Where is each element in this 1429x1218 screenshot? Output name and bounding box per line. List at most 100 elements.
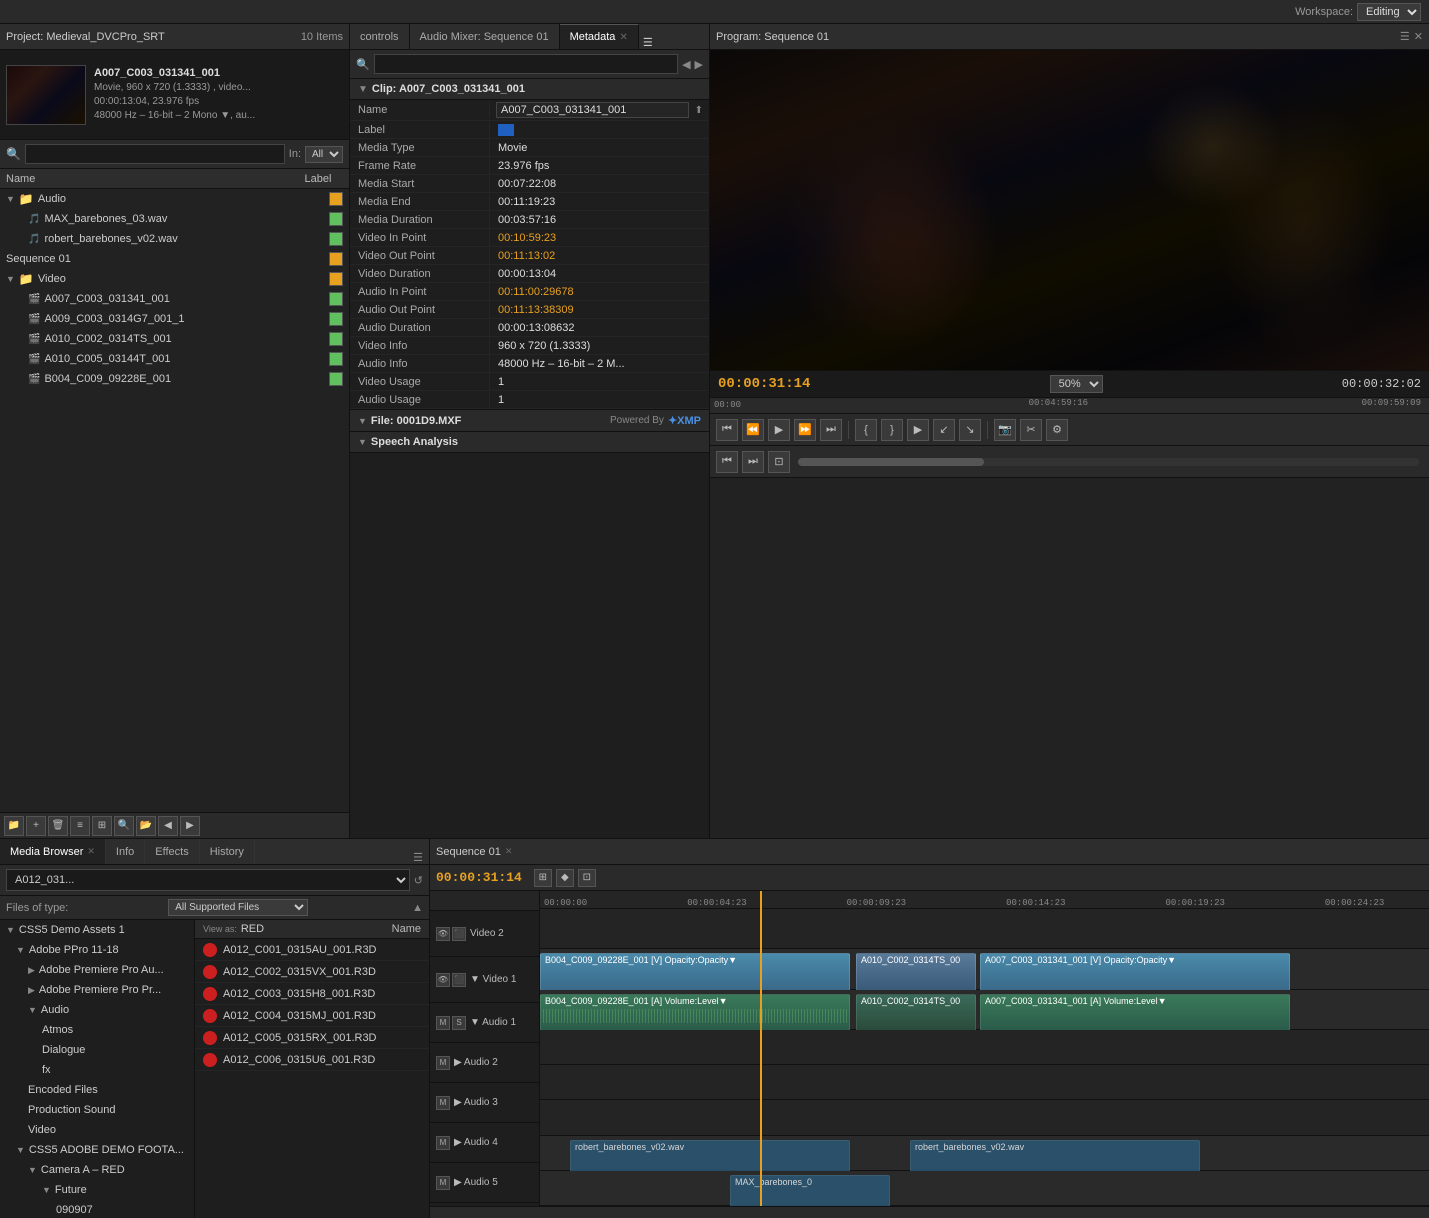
prev-button[interactable]: ◀ [158,816,178,836]
mb-tree-atmos[interactable]: Atmos [0,1020,194,1040]
in-select[interactable]: All [305,146,343,163]
mb-file-a012-c005[interactable]: A012_C005_0315RX_001.R3D [195,1027,429,1049]
btn-back-5[interactable]: ⏮ [716,451,738,473]
btn-mark-out[interactable]: } [881,419,903,441]
clip-a010-video[interactable]: A010_C002_0314TS_00 [856,953,976,991]
mb-tree-dialogue[interactable]: Dialogue [0,1040,194,1060]
list-view-button[interactable]: ≡ [70,816,90,836]
btn-step-fwd[interactable]: ⏩ [794,419,816,441]
clip-b004-video[interactable]: B004_C009_09228E_001 [V] Opacity:Opacity… [540,953,850,991]
icon-view-button[interactable]: ⊞ [92,816,112,836]
clip-max[interactable]: MAX_barebones_0 [730,1175,890,1206]
btn-play-pause[interactable]: ▶ [768,419,790,441]
mb-tree-future[interactable]: ▼ Future [0,1180,194,1200]
tree-item-b004[interactable]: 🎬 B004_C009_09228E_001 [0,369,349,389]
playback-progress-bar[interactable] [798,458,1419,466]
mb-tree-audio[interactable]: ▼ Audio [0,1000,194,1020]
track-audio6[interactable]: MAX_barebones_0 [540,1171,1429,1206]
new-bin-button[interactable]: 📁 [4,816,24,836]
mb-file-a012-c004[interactable]: A012_C004_0315MJ_001.R3D [195,1005,429,1027]
track-sync-icon[interactable]: ⬛ [452,927,466,941]
tl-btn-snap[interactable]: ⊡ [578,869,596,887]
clip-section-header[interactable]: ▼ Clip: A007_C003_031341_001 [350,79,709,100]
folder-button[interactable]: 📂 [136,816,156,836]
btn-overwrite[interactable]: ↘ [959,419,981,441]
tab-info[interactable]: Info [106,839,145,864]
btn-safe-margins[interactable]: ⊡ [768,451,790,473]
tab-effects[interactable]: Effects [145,839,199,864]
track-mute-icon[interactable]: M [436,1016,450,1030]
track-audio4[interactable] [540,1100,1429,1135]
timeline-ruler[interactable]: 00:00:00 00:00:04:23 00:00:09:23 00:00:1… [540,891,1429,909]
mb-file-a012-c003[interactable]: A012_C003_0315H8_001.R3D [195,983,429,1005]
clip-robert-2[interactable]: robert_barebones_v02.wav [910,1140,1200,1172]
mb-tree-video[interactable]: Video [0,1120,194,1140]
program-close-icon[interactable]: ✕ [1414,30,1423,43]
track-audio3[interactable] [540,1065,1429,1100]
tab-history[interactable]: History [200,839,255,864]
tree-item-a010c2[interactable]: 🎬 A010_C002_0314TS_001 [0,329,349,349]
tl-btn-nested[interactable]: ⊞ [534,869,552,887]
mb-menu-icon[interactable]: ☰ [407,851,429,864]
track-audio2[interactable] [540,1030,1429,1065]
btn-insert[interactable]: ↙ [933,419,955,441]
tree-item-audio-folder[interactable]: ▼ 📁 Audio [0,189,349,209]
metadata-search-input[interactable] [374,54,678,74]
track-mute-icon[interactable]: M [436,1096,450,1110]
mb-refresh-icon[interactable]: ↺ [414,874,423,887]
mb-file-a012-c006[interactable]: A012_C006_0315U6_001.R3D [195,1049,429,1071]
label-color-swatch[interactable] [498,124,514,136]
tab-menu-icon[interactable]: ☰ [643,36,653,49]
mb-file-a012-c001[interactable]: A012_C001_0315AU_001.R3D [195,939,429,961]
tab-close-icon[interactable]: ✕ [619,32,627,43]
project-search-input[interactable] [25,144,285,164]
mb-tree-encoded-files[interactable]: Encoded Files [0,1080,194,1100]
btn-fwd-5[interactable]: ⏭ [742,451,764,473]
btn-to-out[interactable]: ⏭ [820,419,842,441]
track-audio5[interactable]: robert_barebones_v02.wav robert_barebone… [540,1136,1429,1171]
nav-prev-icon[interactable]: ◀ [682,58,690,71]
btn-trim[interactable]: ✂ [1020,419,1042,441]
playback-ruler[interactable]: 00:00 00:04:59:16 00:09:59:09 [710,398,1429,414]
mb-up-icon[interactable]: ▲ [412,902,423,914]
track-video1[interactable]: B004_C009_09228E_001 [V] Opacity:Opacity… [540,949,1429,989]
clip-robert-1[interactable]: robert_barebones_v02.wav [570,1140,850,1172]
tree-item-video-folder[interactable]: ▼ 📁 Video [0,269,349,289]
mb-tree-camera-a-red[interactable]: ▼ Camera A – RED [0,1160,194,1180]
btn-mark-in[interactable]: { [855,419,877,441]
program-menu-icon[interactable]: ☰ [1400,30,1410,43]
files-type-select[interactable]: All Supported Files [168,899,308,916]
btn-export-frame[interactable]: 📷 [994,419,1016,441]
track-solo-icon[interactable]: S [452,1016,466,1030]
new-item-button[interactable]: + [26,816,46,836]
track-mute-icon[interactable]: M [436,1176,450,1190]
mb-tree-fx[interactable]: fx [0,1060,194,1080]
tree-item-a007[interactable]: 🎬 A007_C003_031341_001 [0,289,349,309]
zoom-select[interactable]: 50% [1050,375,1103,393]
btn-step-back[interactable]: ⏪ [742,419,764,441]
tree-item-a009[interactable]: 🎬 A009_C003_0314G7_001_1 [0,309,349,329]
clip-b004-audio[interactable]: B004_C009_09228E_001 [A] Volume:Level▼ [540,994,850,1032]
search-button[interactable]: 🔍 [114,816,134,836]
mb-tab-close-icon[interactable]: ✕ [87,846,95,857]
mb-tree-premiere-pro-au[interactable]: ▶ Adobe Premiere Pro Au... [0,960,194,980]
btn-add-marker[interactable]: ▶ [907,419,929,441]
meta-val-name[interactable] [496,102,689,118]
tree-item-a010c5[interactable]: 🎬 A010_C005_03144T_001 [0,349,349,369]
mb-file-a012-c002[interactable]: A012_C002_0315VX_001.R3D [195,961,429,983]
timeline-scrollbar-h[interactable] [430,1206,1429,1218]
mb-tree-css5-adobe[interactable]: ▼ CSS5 ADOBE DEMO FOOTA... [0,1140,194,1160]
tab-audio-mixer[interactable]: Audio Mixer: Sequence 01 [410,24,560,49]
tab-media-browser[interactable]: Media Browser ✕ [0,839,106,864]
clip-a007-video[interactable]: A007_C003_031341_001 [V] Opacity:Opacity… [980,953,1290,991]
mb-tree-css5-demo[interactable]: ▼ CSS5 Demo Assets 1 [0,920,194,940]
tl-btn-markers[interactable]: ◆ [556,869,574,887]
timeline-tab-close-icon[interactable]: ✕ [505,846,513,857]
tab-metadata[interactable]: Metadata ✕ [560,24,639,49]
tree-item-robert-wav[interactable]: 🎵 robert_barebones_v02.wav [0,229,349,249]
nav-next-icon[interactable]: ▶ [695,58,703,71]
tree-item-sequence01[interactable]: Sequence 01 [0,249,349,269]
track-video2[interactable] [540,909,1429,949]
mb-tree-090907[interactable]: 090907 [0,1200,194,1218]
track-eye-icon[interactable]: 👁 [436,973,450,987]
